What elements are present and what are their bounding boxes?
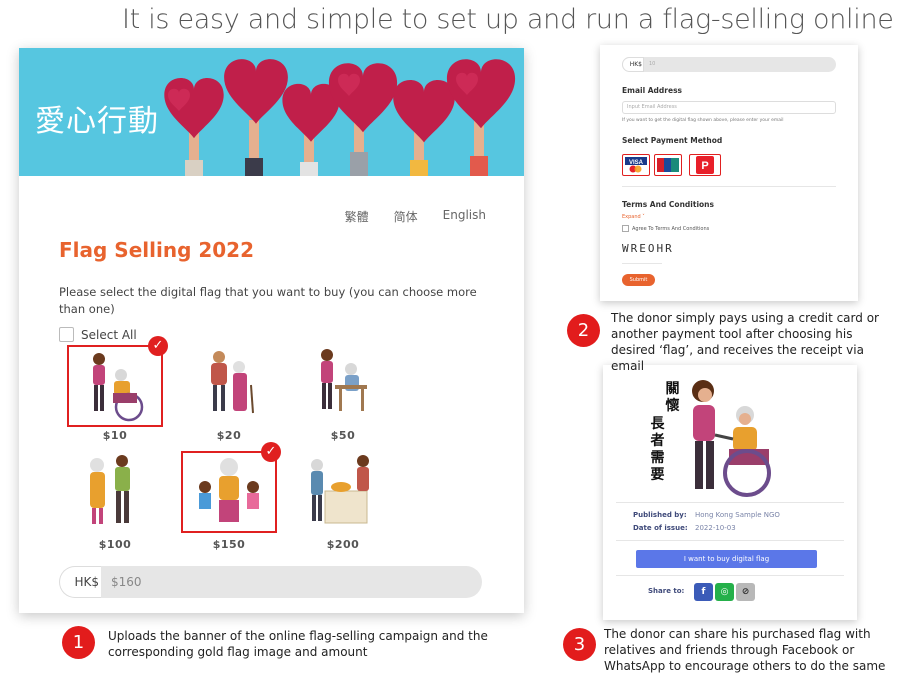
selected-check-icon: ✓: [148, 336, 168, 356]
date-value: 2022-10-03: [695, 524, 736, 532]
share-label: Share to:: [648, 587, 685, 595]
payme-icon: P: [696, 156, 714, 174]
terms-label: Terms And Conditions: [622, 200, 714, 209]
payment-currency-label: HK$: [622, 57, 644, 72]
lang-traditional[interactable]: 繁體: [345, 208, 369, 225]
flag-option-100[interactable]: [67, 451, 163, 533]
elderly-woman-man-image: [90, 455, 130, 524]
step-3-caption: The donor can share his purchased flag w…: [604, 627, 886, 673]
caregiver-wheelchair-illustration: [692, 380, 771, 497]
date-label: Date of issue:: [633, 524, 688, 532]
submit-button[interactable]: Submit: [622, 274, 655, 286]
email-hint: If you want to get the digital flag show…: [622, 118, 784, 123]
unionpay-icon: [657, 158, 679, 172]
select-all-row[interactable]: Select All: [59, 327, 137, 342]
facebook-icon[interactable]: f: [694, 583, 713, 601]
payment-amount-value: 10: [649, 61, 656, 67]
captcha-underline: [622, 263, 662, 264]
flag-price-20: $20: [216, 429, 242, 442]
visa-icon: VISA: [625, 157, 647, 173]
flag-price-100: $100: [98, 538, 132, 551]
unionpay-option[interactable]: [654, 154, 682, 176]
step-1-number: 1: [62, 626, 95, 659]
published-by-label: Published by:: [633, 511, 687, 519]
currency-label: HK$: [59, 566, 101, 598]
cooking-together-image: [321, 349, 367, 411]
flag-option-150[interactable]: [181, 451, 277, 533]
svg-text:P: P: [701, 160, 708, 172]
select-all-label: Select All: [81, 327, 137, 342]
purchased-flag-card: 關懷 長者需要 Published by: Hong Kong Sample N…: [603, 365, 857, 620]
payment-form: HK$ 10 Email Address Input Email Address…: [600, 45, 858, 301]
step-2-number: 2: [567, 314, 600, 347]
flag-text-col2: 長者需要: [650, 416, 665, 483]
flag-price-150: $150: [212, 538, 246, 551]
expand-link[interactable]: Expand ˅: [622, 214, 645, 220]
step-2-caption: The donor simply pays using a credit car…: [611, 311, 879, 373]
grandmother-children-image: [199, 458, 259, 522]
email-field[interactable]: Input Email Address: [622, 101, 836, 114]
buy-flag-button[interactable]: I want to buy digital flag: [636, 550, 817, 568]
selected-check-icon: ✓: [261, 442, 281, 462]
kitchen-help-image: [311, 455, 369, 524]
total-amount-field[interactable]: HK$ $160: [59, 566, 482, 598]
flag-option-50[interactable]: [295, 345, 391, 427]
language-switcher: 繁體 简体 English: [345, 208, 486, 225]
email-label: Email Address: [622, 86, 683, 95]
lang-simplified[interactable]: 简体: [394, 208, 418, 225]
agree-terms-row[interactable]: Agree To Terms And Conditions: [622, 225, 709, 232]
banner-title: 愛心行動: [35, 104, 159, 139]
whatsapp-icon[interactable]: ◎: [715, 583, 734, 601]
divider: [616, 575, 844, 576]
agree-checkbox[interactable]: [622, 225, 629, 232]
step-3-number: 3: [563, 628, 596, 661]
lang-english[interactable]: English: [443, 208, 486, 225]
flag-price-10: $10: [102, 429, 128, 442]
captcha-image: WREOHR: [622, 242, 674, 255]
headline: It is easy and simple to set up and run …: [122, 4, 894, 35]
payment-amount-field[interactable]: HK$ 10: [622, 57, 836, 72]
step-1-caption: Uploads the banner of the online flag-se…: [108, 629, 488, 659]
visa-mastercard-option[interactable]: VISA: [622, 154, 650, 176]
divider: [616, 540, 844, 541]
elderly-couple-image: [211, 351, 254, 414]
campaign-title: Flag Selling 2022: [59, 238, 255, 262]
divider: [616, 502, 844, 503]
payment-method-label: Select Payment Method: [622, 136, 723, 145]
campaign-banner: 愛心行動: [19, 48, 524, 176]
agree-label: Agree To Terms And Conditions: [632, 225, 710, 232]
instruction-text: Please select the digital flag that you …: [59, 285, 477, 316]
link-icon[interactable]: ⊘: [736, 583, 755, 601]
caregiver-wheelchair-image: [93, 353, 144, 422]
select-all-checkbox[interactable]: [59, 327, 74, 342]
published-by-value: Hong Kong Sample NGO: [695, 511, 780, 519]
flag-option-200[interactable]: [295, 451, 391, 533]
divider: [622, 186, 836, 187]
visa-text: VISA: [629, 160, 644, 166]
flag-option-20[interactable]: [181, 345, 277, 427]
payme-option[interactable]: P: [689, 154, 721, 176]
total-amount-value: $160: [111, 575, 142, 589]
campaign-page: 愛心行動 繁體 简体 English Flag Selling 2022 Ple…: [19, 48, 524, 613]
flag-option-10[interactable]: [67, 345, 163, 427]
flag-price-200: $200: [326, 538, 360, 551]
flag-price-50: $50: [330, 429, 356, 442]
